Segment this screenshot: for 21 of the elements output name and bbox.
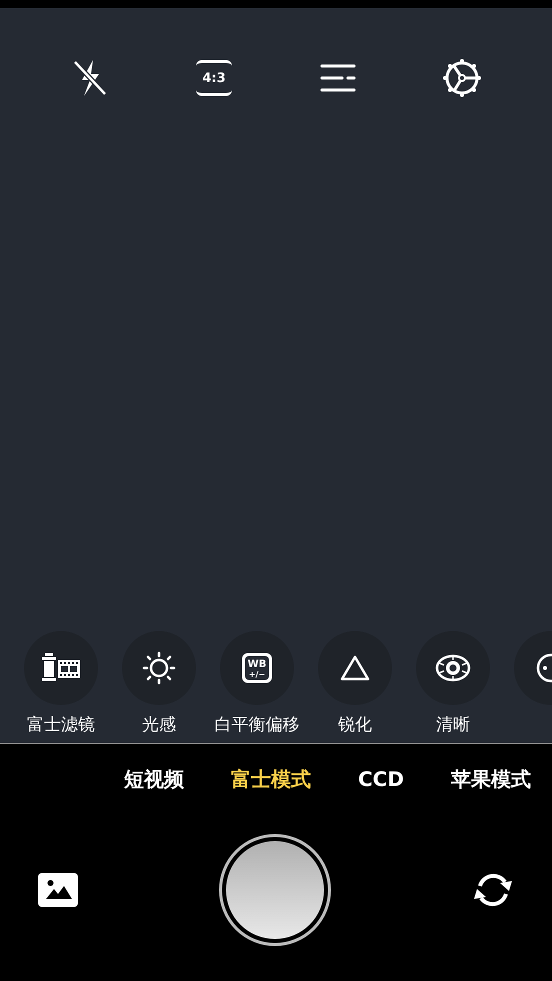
gallery-icon[interactable] [38,873,78,907]
mode-tab[interactable]: CCD [358,764,404,794]
tool-label: 白平衡偏移 [214,714,300,737]
film-roll-icon [41,653,81,683]
wb-adjust-icon: WB +/− [240,651,274,685]
mode-tab[interactable]: 短视频 [124,764,184,794]
mode-tab[interactable]: 苹果模式 [450,764,531,794]
tool-label: 光感 [142,714,176,737]
menu-icon[interactable] [320,62,356,94]
mode-tab[interactable]: 富士模式 [231,764,311,794]
switch-camera-icon[interactable] [473,872,513,908]
aspect-ratio-button[interactable]: 4:3 [196,60,232,96]
tool-label: 锐化 [338,714,372,737]
tool-button[interactable]: WB +/− [220,631,294,705]
eye-icon [435,653,471,683]
tool-label: 富士滤镜 [27,714,95,737]
flash-off-icon[interactable] [72,58,108,98]
settings-icon[interactable] [442,58,482,98]
sun-icon [142,651,176,685]
triangle-icon [339,654,371,682]
tool-label: 清晰 [436,714,470,737]
